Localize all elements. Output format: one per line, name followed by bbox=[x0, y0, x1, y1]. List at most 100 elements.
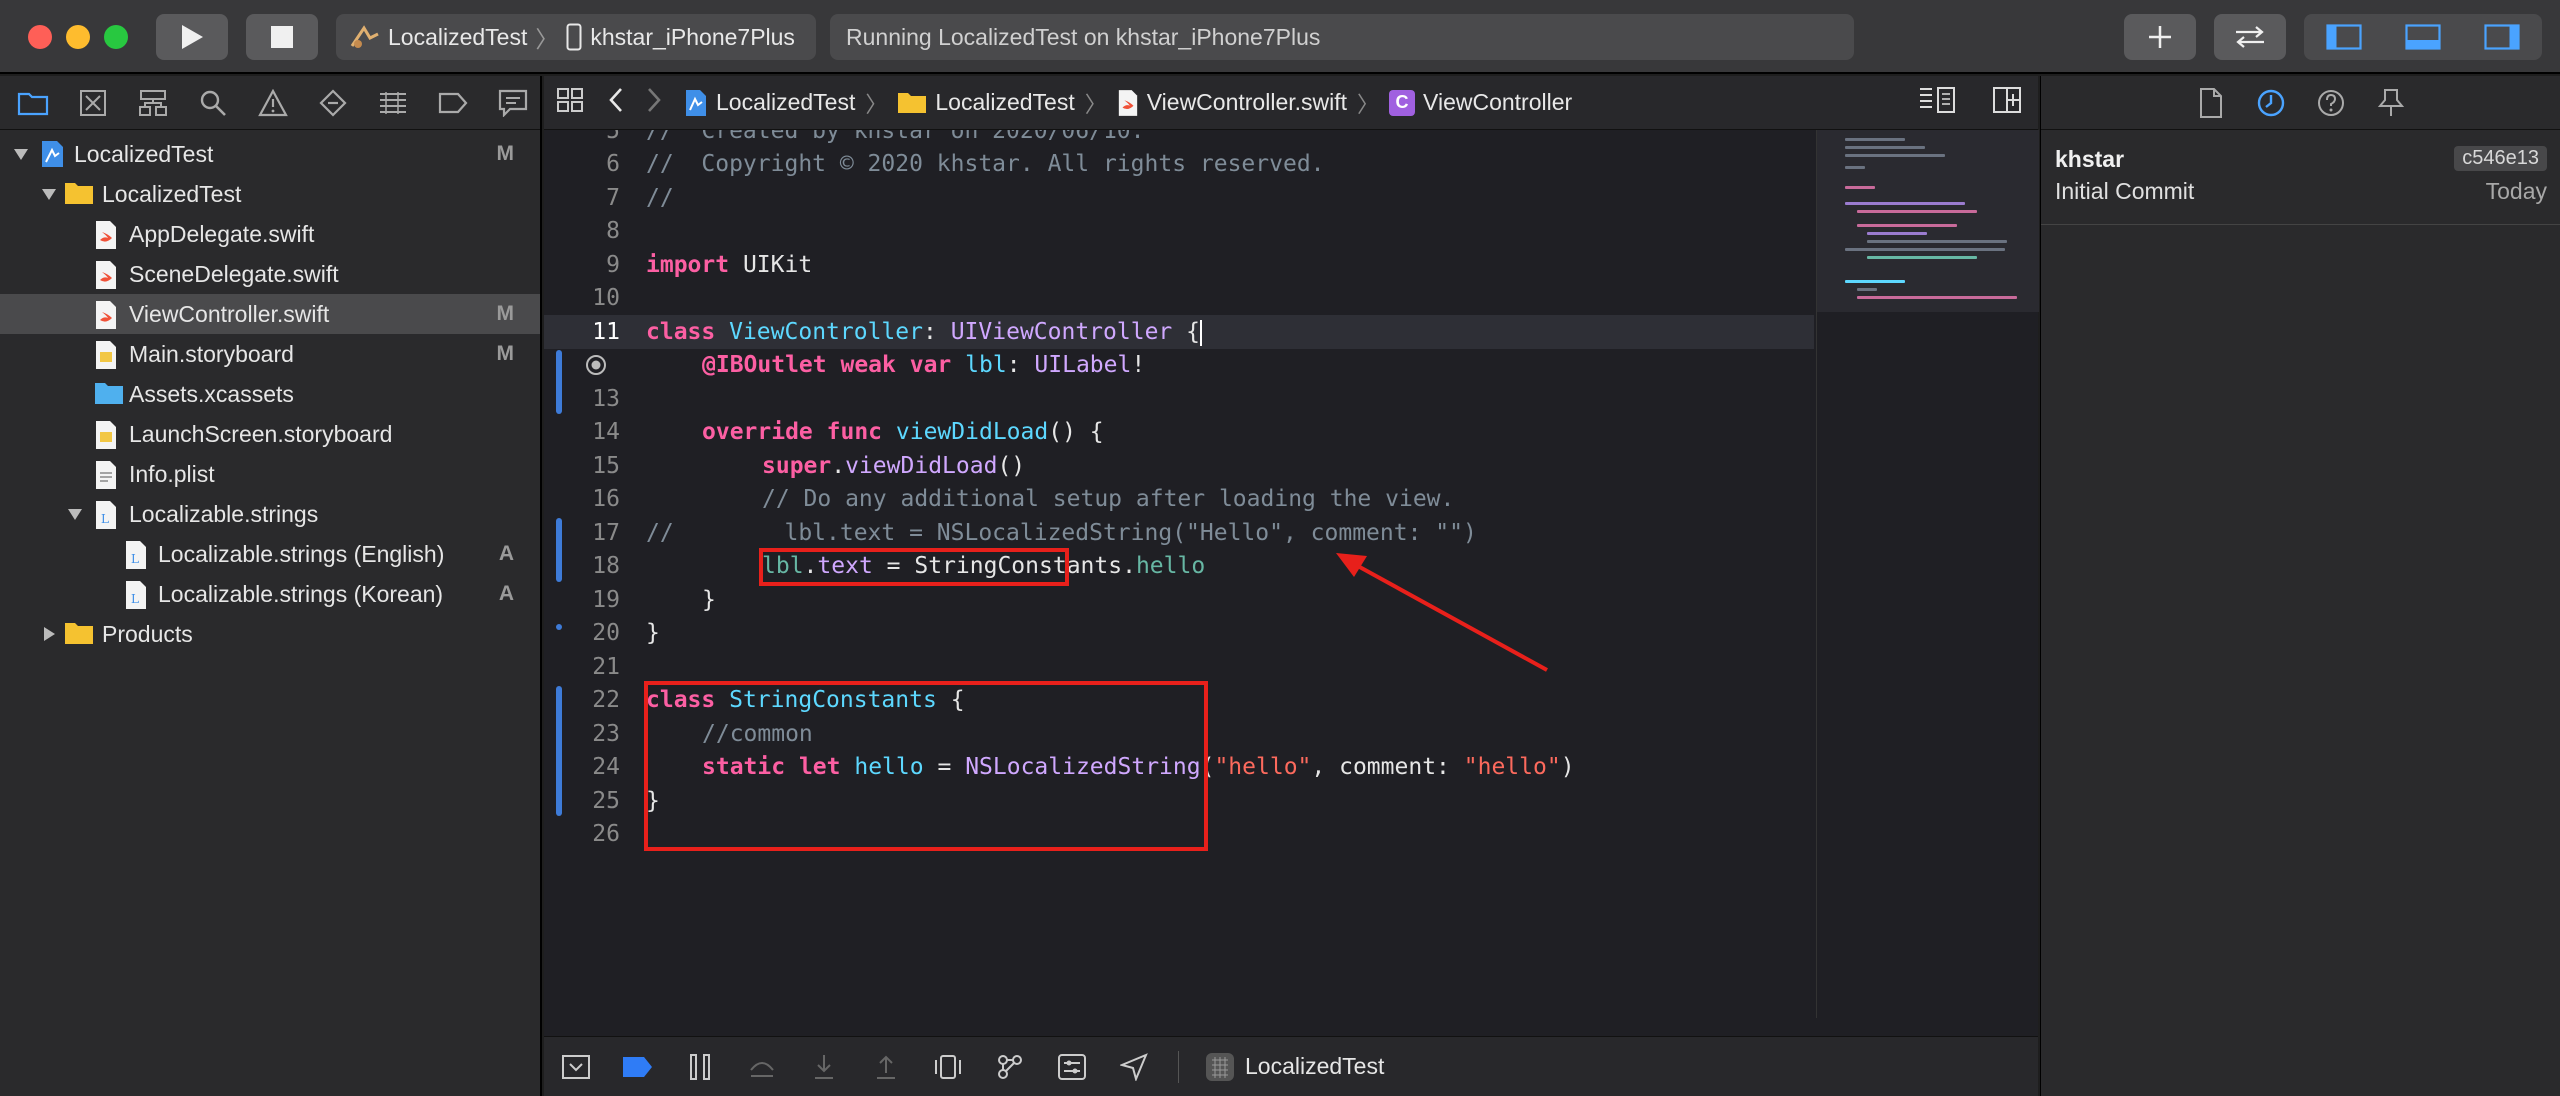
source-control-navigator-tab[interactable] bbox=[74, 84, 112, 122]
tree-row-file[interactable]: L Localizable.strings (Korean) A bbox=[0, 574, 540, 614]
related-items-button[interactable] bbox=[556, 87, 584, 119]
project-icon bbox=[686, 89, 706, 116]
plist-icon bbox=[94, 460, 122, 489]
chevron-right-icon bbox=[648, 87, 661, 112]
hide-debug-area-button[interactable] bbox=[558, 1049, 594, 1085]
disclosure-open-icon[interactable] bbox=[40, 185, 58, 203]
tree-row-file-selected[interactable]: ViewController.swift M bbox=[0, 294, 540, 334]
accessibility-inspector-tab[interactable] bbox=[2374, 86, 2408, 120]
debug-navigator-tab[interactable] bbox=[374, 84, 412, 122]
test-diamond-icon bbox=[319, 88, 347, 117]
minimap-viewport[interactable] bbox=[1817, 130, 2039, 312]
minimap-line bbox=[1857, 296, 2017, 299]
left-panel-icon bbox=[2326, 24, 2362, 50]
step-out-button[interactable] bbox=[868, 1049, 904, 1085]
breakpoint-icon bbox=[438, 92, 468, 113]
find-navigator-tab[interactable] bbox=[194, 84, 232, 122]
scheme-target-label: LocalizedTest bbox=[388, 23, 528, 50]
tree-row-file[interactable]: L Localizable.strings (English) A bbox=[0, 534, 540, 574]
scm-status-badge: M bbox=[496, 142, 515, 165]
tree-row-group[interactable]: Products bbox=[0, 614, 540, 654]
minimize-window-button[interactable] bbox=[66, 25, 90, 49]
tree-row-label: Products bbox=[102, 620, 193, 647]
stop-button[interactable] bbox=[246, 14, 318, 60]
breakpoint-navigator-tab[interactable] bbox=[434, 84, 472, 122]
commit-message: Initial Commit bbox=[2055, 178, 2195, 204]
jump-bar-symbol[interactable]: C ViewController bbox=[1389, 89, 1572, 116]
debug-bar: LocalizedTest bbox=[544, 1036, 2038, 1096]
debug-target[interactable]: LocalizedTest bbox=[1205, 1052, 1384, 1082]
grid-icon bbox=[557, 87, 583, 112]
toggle-inspector-button[interactable] bbox=[2463, 14, 2542, 60]
library-button[interactable] bbox=[2124, 14, 2196, 60]
disclosure-open-icon[interactable] bbox=[66, 505, 84, 523]
sliders-icon bbox=[1058, 1053, 1086, 1080]
tree-row-project[interactable]: LocalizedTest M bbox=[0, 134, 540, 174]
environment-overrides-button[interactable] bbox=[1054, 1049, 1090, 1085]
split-editor-button[interactable] bbox=[1992, 86, 2022, 120]
tree-row-file[interactable]: LaunchScreen.storyboard bbox=[0, 414, 540, 454]
close-window-button[interactable] bbox=[28, 25, 52, 49]
simulate-location-button[interactable] bbox=[1116, 1049, 1152, 1085]
scm-status-badge: A bbox=[498, 542, 514, 565]
jump-bar-project[interactable]: LocalizedTest bbox=[684, 89, 855, 117]
layers-icon bbox=[935, 1054, 961, 1079]
app-target-icon bbox=[350, 25, 379, 48]
disclosure-open-icon[interactable] bbox=[12, 145, 30, 163]
commit-entry[interactable]: khstar c546e13 Initial Commit Today bbox=[2055, 146, 2547, 216]
symbol-navigator-tab[interactable] bbox=[134, 84, 172, 122]
tree-row-file[interactable]: AppDelegate.swift bbox=[0, 214, 540, 254]
toggle-navigator-button[interactable] bbox=[2305, 14, 2384, 60]
tree-row-label: Main.storyboard bbox=[129, 340, 294, 367]
strings-file-icon: L bbox=[94, 500, 122, 529]
issue-navigator-tab[interactable] bbox=[254, 84, 292, 122]
jump-bar-group[interactable]: LocalizedTest bbox=[897, 89, 1075, 116]
project-navigator-tab[interactable] bbox=[14, 84, 52, 122]
tree-row-file[interactable]: Info.plist bbox=[0, 454, 540, 494]
scm-status-badge: A bbox=[498, 582, 514, 605]
run-button[interactable] bbox=[156, 14, 228, 60]
step-over-button[interactable] bbox=[744, 1049, 780, 1085]
play-icon bbox=[182, 25, 203, 49]
clock-icon bbox=[2257, 89, 2284, 116]
commit-hash-badge[interactable]: c546e13 bbox=[2454, 146, 2547, 171]
commit-author: khstar bbox=[2055, 146, 2125, 172]
divider bbox=[1178, 1050, 1179, 1083]
view-debugger-button[interactable] bbox=[930, 1049, 966, 1085]
zoom-window-button[interactable] bbox=[104, 25, 128, 49]
editor-options-button[interactable] bbox=[1918, 86, 1958, 120]
scm-status-badge: M bbox=[496, 342, 515, 365]
jump-bar-project-label: LocalizedTest bbox=[716, 89, 856, 115]
pause-icon bbox=[690, 1053, 710, 1080]
test-navigator-tab[interactable] bbox=[314, 84, 352, 122]
minimap[interactable] bbox=[1816, 130, 2039, 1018]
tree-row-file[interactable]: Main.storyboard M bbox=[0, 334, 540, 374]
pause-button[interactable] bbox=[682, 1049, 718, 1085]
toggle-debug-area-button[interactable] bbox=[2384, 14, 2463, 60]
divider bbox=[2041, 224, 2560, 225]
history-inspector-tab[interactable] bbox=[2254, 86, 2288, 120]
tree-row-label: Assets.xcassets bbox=[129, 380, 294, 407]
file-inspector-tab[interactable] bbox=[2194, 86, 2228, 120]
code-text-area[interactable]: 5// Created by khstar on 2020/06/10. 6//… bbox=[544, 130, 1814, 1018]
tree-row-file[interactable]: Assets.xcassets bbox=[0, 374, 540, 414]
memory-graph-button[interactable] bbox=[992, 1049, 1028, 1085]
disclosure-closed-icon[interactable] bbox=[40, 625, 58, 643]
document-icon bbox=[2199, 87, 2222, 118]
breakpoints-toggle-button[interactable] bbox=[620, 1049, 656, 1085]
tree-row-file[interactable]: L Localizable.strings bbox=[0, 494, 540, 534]
step-into-button[interactable] bbox=[806, 1049, 842, 1085]
report-navigator-tab[interactable] bbox=[494, 84, 532, 122]
back-button[interactable] bbox=[608, 87, 624, 119]
jump-bar-file[interactable]: ViewController.swift bbox=[1117, 89, 1347, 117]
tree-row-group[interactable]: LocalizedTest bbox=[0, 174, 540, 214]
location-arrow-icon bbox=[1120, 1052, 1148, 1081]
code-review-button[interactable] bbox=[2214, 14, 2286, 60]
minimap-line bbox=[1845, 248, 2005, 251]
tree-row-file[interactable]: SceneDelegate.swift bbox=[0, 254, 540, 294]
quick-help-tab[interactable] bbox=[2314, 86, 2348, 120]
tree-row-label: LocalizedTest bbox=[74, 140, 214, 167]
scheme-selector[interactable]: LocalizedTest 〉 khstar_iPhone7Plus bbox=[336, 14, 816, 60]
forward-button[interactable] bbox=[646, 87, 662, 119]
source-editor: LocalizedTest 〉 LocalizedTest 〉 ViewCont… bbox=[544, 76, 2039, 1096]
